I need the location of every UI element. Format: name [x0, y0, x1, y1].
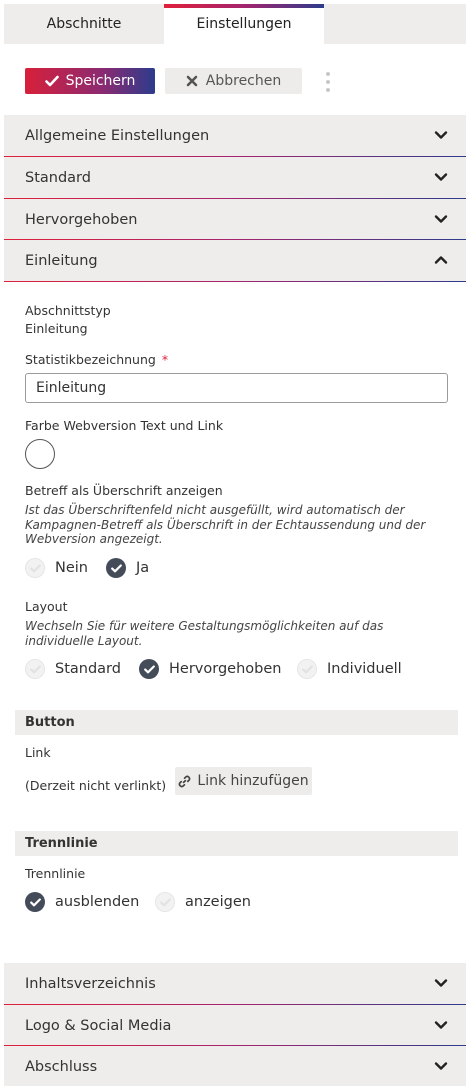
stat-name-input[interactable]	[25, 373, 448, 403]
cancel-button[interactable]: Abbrechen	[165, 68, 302, 94]
color-picker[interactable]	[25, 439, 55, 469]
option-label: ausblenden	[55, 894, 140, 910]
checked-icon	[106, 558, 126, 578]
save-label: Speichern	[65, 73, 136, 89]
option-label: Individuell	[327, 661, 402, 677]
stat-label: Statistikbezeichnung *	[25, 352, 168, 367]
save-button[interactable]: Speichern	[25, 68, 155, 94]
color-label: Farbe Webversion Text und Link	[25, 418, 224, 433]
chevron-down-icon	[434, 215, 448, 223]
accordion-logo-social-media[interactable]: Logo & Social Media	[4, 1005, 466, 1046]
chevron-down-icon	[434, 1021, 448, 1029]
checked-icon	[25, 892, 45, 912]
accordion-standard[interactable]: Standard	[4, 157, 466, 198]
option-label: Standard	[55, 661, 121, 677]
link-label: Link	[25, 745, 51, 760]
chevron-up-icon	[434, 256, 448, 264]
subject-label: Betreff als Überschrift anzeigen	[25, 483, 223, 498]
accordion-label: Allgemeine Einstellungen	[25, 127, 210, 144]
layout-option-individuell[interactable]: Individuell	[297, 658, 402, 680]
link-status: (Derzeit nicht verlinkt)	[25, 778, 167, 793]
tab-bar: Abschnitte Einstellungen	[4, 4, 466, 44]
section-type-label: Abschnittstyp	[25, 303, 111, 318]
accordion-label: Einleitung	[25, 252, 98, 269]
chevron-down-icon	[434, 1062, 448, 1070]
more-options-icon[interactable]	[320, 70, 336, 94]
link-icon	[179, 775, 191, 787]
check-icon	[44, 75, 59, 87]
accordion-allgemeine-einstellungen[interactable]: Allgemeine Einstellungen	[4, 115, 466, 156]
accordion-hervorgehoben[interactable]: Hervorgehoben	[4, 199, 466, 240]
divider-label: Trennlinie	[25, 866, 86, 881]
tab-abschnitte[interactable]: Abschnitte	[4, 4, 164, 44]
chevron-down-icon	[434, 979, 448, 987]
unchecked-icon	[25, 558, 45, 578]
close-icon	[186, 75, 198, 87]
add-link-label: Link hinzufügen	[197, 773, 309, 789]
accordion-label: Standard	[25, 169, 91, 186]
option-label: Ja	[136, 560, 150, 576]
accordion-label: Logo & Social Media	[25, 1017, 172, 1034]
accordion-label: Inhaltsverzeichnis	[25, 975, 156, 992]
layout-option-standard[interactable]: Standard	[25, 658, 121, 680]
layout-option-hervorgehoben[interactable]: Hervorgehoben	[139, 658, 281, 680]
tab-label: Abschnitte	[46, 16, 122, 32]
tab-einstellungen[interactable]: Einstellungen	[164, 4, 324, 44]
unchecked-icon	[297, 659, 317, 679]
subject-option-ja[interactable]: Ja	[106, 557, 149, 579]
unchecked-icon	[25, 659, 45, 679]
divider-section-header: Trennlinie	[15, 831, 458, 856]
checked-icon	[139, 659, 159, 679]
section-type-value: Einleitung	[25, 321, 88, 336]
accordion-label: Abschluss	[25, 1058, 98, 1075]
add-link-button[interactable]: Link hinzufügen	[175, 767, 312, 795]
accordion-abschluss[interactable]: Abschluss	[4, 1046, 466, 1086]
required-mark: *	[161, 352, 169, 367]
option-label: anzeigen	[185, 894, 251, 910]
subject-help: Ist das Überschriftenfeld nicht ausgefül…	[25, 503, 426, 546]
chevron-down-icon	[434, 131, 448, 139]
subject-option-nein[interactable]: Nein	[25, 557, 88, 579]
option-label: Nein	[55, 560, 88, 576]
divider-option-anzeigen[interactable]: anzeigen	[155, 891, 251, 913]
layout-label: Layout	[25, 599, 68, 614]
chevron-down-icon	[434, 173, 448, 181]
divider-option-ausblenden[interactable]: ausblenden	[25, 891, 139, 913]
unchecked-icon	[155, 892, 175, 912]
accordion-einleitung[interactable]: Einleitung	[4, 240, 466, 281]
cancel-label: Abbrechen	[205, 73, 282, 89]
button-section-header: Button	[15, 710, 458, 735]
tab-label: Einstellungen	[196, 16, 292, 32]
accordion-label: Hervorgehoben	[25, 211, 138, 228]
layout-help: Wechseln Sie für weitere Gestaltungsmögl…	[25, 619, 384, 648]
accordion-divider	[4, 281, 466, 282]
option-label: Hervorgehoben	[169, 661, 282, 677]
stat-label-text: Statistikbezeichnung	[25, 352, 156, 367]
accordion-inhaltsverzeichnis[interactable]: Inhaltsverzeichnis	[4, 963, 466, 1004]
